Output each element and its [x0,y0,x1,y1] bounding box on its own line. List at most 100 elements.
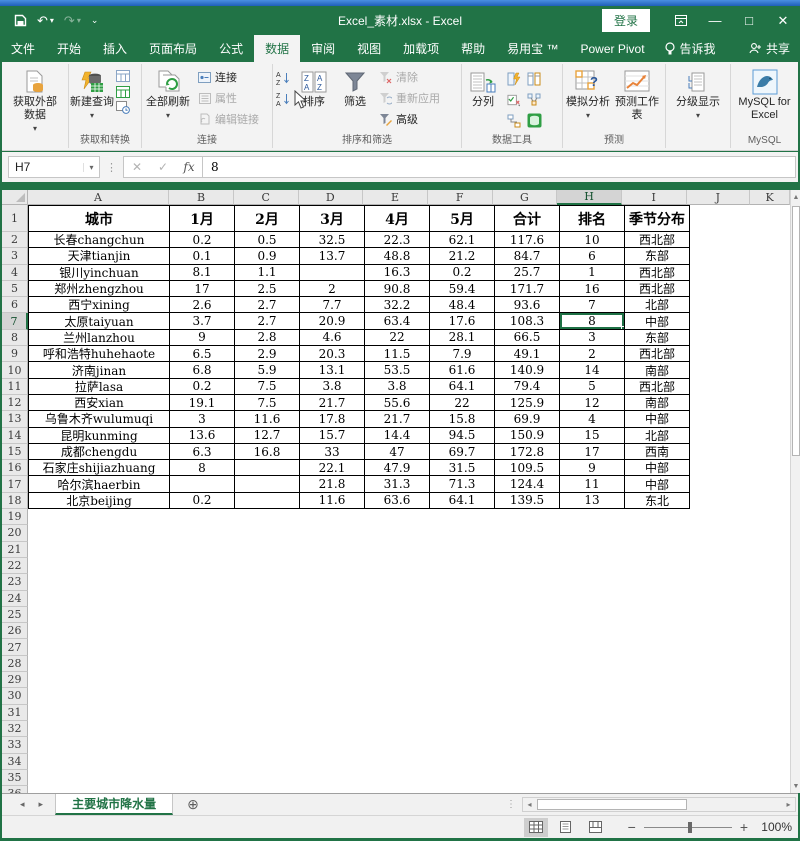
cell-K30[interactable] [754,688,790,704]
menu-tab[interactable]: 易用宝 ™ [496,35,569,62]
cell-H7[interactable]: 8 [560,313,625,329]
cell-J14[interactable] [690,428,754,444]
ribbon-display-options-button[interactable] [664,6,698,35]
sort-ascending-button[interactable]: AZ [273,68,293,88]
cell-A26[interactable] [28,623,170,639]
cell-H28[interactable] [560,656,625,672]
cell-J31[interactable] [690,705,754,721]
cell-C3[interactable]: 0.9 [235,248,300,264]
cell-A9[interactable]: 呼和浩特huhehaote [28,346,170,362]
cell-E9[interactable]: 11.5 [365,346,430,362]
row-header-32[interactable]: 32 [2,721,28,737]
login-button[interactable]: 登录 [602,9,650,32]
cell-B18[interactable]: 0.2 [170,493,235,509]
cell-C6[interactable]: 2.7 [235,297,300,313]
fill-handle[interactable] [621,326,625,330]
connections-button[interactable]: 连接 [194,67,262,87]
cell-A19[interactable] [28,509,170,525]
row-header-22[interactable]: 22 [2,558,28,574]
cell-A20[interactable] [28,525,170,541]
cell-I36[interactable] [625,786,690,793]
cell-K27[interactable] [754,639,790,655]
cell-D18[interactable]: 11.6 [300,493,365,509]
cell-D13[interactable]: 17.8 [300,411,365,427]
cell-E18[interactable]: 63.6 [365,493,430,509]
cell-H35[interactable] [560,770,625,786]
row-header-6[interactable]: 6 [2,297,28,313]
cell-G12[interactable]: 125.9 [495,395,560,411]
cell-G23[interactable] [495,574,560,590]
cell-E14[interactable]: 14.4 [365,428,430,444]
cell-F35[interactable] [430,770,495,786]
cell-F9[interactable]: 7.9 [430,346,495,362]
cell-I33[interactable] [625,737,690,753]
name-box-dropdown-icon[interactable]: ▾ [83,163,99,172]
cell-A35[interactable] [28,770,170,786]
cell-J15[interactable] [690,444,754,460]
cell-E28[interactable] [365,656,430,672]
column-header-A[interactable]: A [28,190,169,205]
cell-D22[interactable] [300,558,365,574]
cell-D6[interactable]: 7.7 [300,297,365,313]
cell-G5[interactable]: 171.7 [495,281,560,297]
cell-C26[interactable] [235,623,300,639]
column-header-D[interactable]: D [299,190,364,205]
cell-B6[interactable]: 2.6 [170,297,235,313]
row-header-4[interactable]: 4 [2,265,28,281]
cell-A22[interactable] [28,558,170,574]
cell-F26[interactable] [430,623,495,639]
cell-B27[interactable] [170,639,235,655]
cell-F11[interactable]: 64.1 [430,379,495,395]
cell-I12[interactable]: 南部 [625,395,690,411]
column-header-E[interactable]: E [363,190,428,205]
cell-F20[interactable] [430,525,495,541]
cell-G14[interactable]: 150.9 [495,428,560,444]
column-header-B[interactable]: B [169,190,234,205]
cell-D20[interactable] [300,525,365,541]
cell-H32[interactable] [560,721,625,737]
row-header-12[interactable]: 12 [2,395,28,411]
cell-A30[interactable] [28,688,170,704]
cell-I16[interactable]: 中部 [625,460,690,476]
cell-D5[interactable]: 2 [300,281,365,297]
cell-K7[interactable] [754,313,790,329]
cell-A11[interactable]: 拉萨lasa [28,379,170,395]
row-header-21[interactable]: 21 [2,542,28,558]
cell-A17[interactable]: 哈尔滨haerbin [28,476,170,492]
cell-I13[interactable]: 中部 [625,411,690,427]
zoom-in-icon[interactable]: + [740,819,748,835]
cell-I17[interactable]: 中部 [625,476,690,492]
cell-D8[interactable]: 4.6 [300,330,365,346]
cell-G10[interactable]: 140.9 [495,362,560,378]
cell-D1[interactable]: 3月 [300,205,365,232]
cell-E13[interactable]: 21.7 [365,411,430,427]
cell-A2[interactable]: 长春changchun [28,232,170,248]
cell-A16[interactable]: 石家庄shijiazhuang [28,460,170,476]
cell-C22[interactable] [235,558,300,574]
cell-B35[interactable] [170,770,235,786]
column-header-K[interactable]: K [750,190,790,205]
cell-C24[interactable] [235,591,300,607]
row-header-16[interactable]: 16 [2,460,28,476]
cell-C19[interactable] [235,509,300,525]
cell-D9[interactable]: 20.3 [300,346,365,362]
cell-A5[interactable]: 郑州zhengzhou [28,281,170,297]
undo-button[interactable]: ↶▾ [37,13,54,29]
row-header-27[interactable]: 27 [2,639,28,655]
cell-B2[interactable]: 0.2 [170,232,235,248]
cell-H26[interactable] [560,623,625,639]
cell-I30[interactable] [625,688,690,704]
cell-E34[interactable] [365,754,430,770]
cell-B4[interactable]: 8.1 [170,265,235,281]
cell-J12[interactable] [690,395,754,411]
cell-H15[interactable]: 17 [560,444,625,460]
column-header-F[interactable]: F [428,190,493,205]
cell-H13[interactable]: 4 [560,411,625,427]
cell-A15[interactable]: 成都chengdu [28,444,170,460]
cell-E3[interactable]: 48.8 [365,248,430,264]
tell-me[interactable]: 告诉我 [656,35,724,62]
cell-I7[interactable]: 中部 [625,313,690,329]
cell-J27[interactable] [690,639,754,655]
cell-B29[interactable] [170,672,235,688]
cell-C9[interactable]: 2.9 [235,346,300,362]
